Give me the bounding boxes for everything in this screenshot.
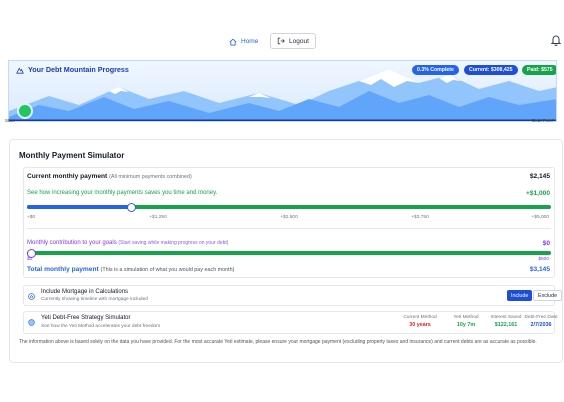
strategy-sub: See how the Yeti Method accelerates your… [41, 324, 161, 329]
contribution-label: Monthly contribution to your goals [27, 240, 117, 246]
divider [27, 228, 551, 229]
progress-marker-icon [17, 103, 33, 119]
complete-badge: 0.3% Complete [412, 65, 459, 75]
tick-label: +$0 [27, 215, 36, 220]
mortgage-title: Include Mortgage in Calculations [41, 289, 129, 295]
tick-label: +$5,000 [531, 215, 549, 220]
home-icon [229, 38, 237, 45]
banner-title-text: Your Debt Mountain Progress [28, 65, 129, 74]
tick-label: $0 [27, 257, 33, 262]
debt-mountain-banner: Your Debt Mountain Progress 0.3% Complet… [8, 60, 557, 122]
increase-slider-thumb[interactable] [127, 202, 137, 212]
include-button[interactable]: Include [507, 290, 533, 301]
current-payment-sub: (All minimum payments combined) [109, 174, 192, 180]
yeti-icon [28, 319, 35, 326]
contribution-value: $0 [542, 240, 550, 247]
stat-interest-saved: Interest Saved $122,161 [486, 315, 526, 328]
contribution-ticks: $0 $500 [27, 257, 549, 265]
stat-label: Current Method [403, 315, 437, 320]
home-label: Home [241, 38, 259, 45]
home-icon [28, 293, 35, 300]
payment-simulator-card: Monthly Payment Simulator Current monthl… [9, 139, 563, 363]
logout-icon [277, 37, 285, 45]
home-link[interactable]: Home [229, 34, 258, 49]
simulator-title: Monthly Payment Simulator [19, 151, 125, 160]
stat-label: Debt-Free Date [524, 315, 558, 320]
debt-free-label: Debt Free! [532, 118, 554, 123]
current-payment-value: $2,145 [529, 173, 550, 180]
tick-label: +$1,250 [149, 215, 167, 220]
mountain-icon [16, 67, 24, 74]
current-payment-row: Current monthly payment (All minimum pay… [27, 173, 192, 180]
top-nav: Home Logout [0, 30, 564, 52]
paid-badge: Paid: $575 [522, 65, 556, 75]
simulator-panel: Current monthly payment (All minimum pay… [23, 167, 555, 278]
mortgage-sub: Currently showing timeline with mortgage… [41, 297, 148, 302]
contribution-sub: (Start saving while making progress on y… [118, 240, 229, 246]
stat-value: 10y 7m [456, 322, 476, 328]
contribution-slider[interactable] [27, 251, 551, 255]
tick-label: +$2,500 [280, 215, 298, 220]
contribution-row: Monthly contribution to your goals (Star… [27, 240, 228, 246]
stat-value: 2/7/2036 [530, 322, 552, 328]
stat-value: 30 years [409, 322, 431, 328]
stat-label: Interest Saved [490, 315, 522, 320]
current-payment-label: Current monthly payment [27, 173, 108, 180]
current-debt-badge: Current: $308,425 [464, 65, 518, 75]
logout-button[interactable]: Logout [270, 33, 316, 49]
increase-ticks: +$0 +$1,250 +$2,500 +$3,750 +$5,000 [27, 215, 549, 223]
strategy-box: Yeti Debt-Free Strategy Simulator See ho… [23, 311, 558, 334]
disclaimer: The information above is based solely on… [19, 339, 537, 345]
mortgage-box: Include Mortgage in Calculations Current… [23, 285, 563, 306]
banner-title: Your Debt Mountain Progress [16, 65, 129, 74]
total-payment-value: $3,145 [529, 266, 550, 273]
tick-label: +$3,750 [411, 215, 429, 220]
bell-icon[interactable] [551, 34, 561, 46]
total-payment-label: Total monthly payment [27, 266, 99, 273]
exclude-button[interactable]: Exclude [533, 290, 563, 301]
stat-debt-free-date: Debt-Free Date 2/7/2036 [521, 315, 561, 328]
strategy-title: Yeti Debt-Free Strategy Simulator [41, 315, 131, 321]
stat-label: Yeti Method [453, 315, 479, 320]
stat-value: $122,161 [494, 322, 518, 328]
total-payment-row: Total monthly payment (This is a simulat… [27, 266, 234, 273]
start-label: Start [5, 118, 15, 123]
stat-yeti-method: Yeti Method 10y 7m [446, 315, 486, 328]
logout-label: Logout [289, 37, 309, 45]
stat-current-method: Current Method 30 years [398, 315, 442, 328]
increase-slider-fill [27, 205, 132, 209]
increase-hint: See how increasing your monthly payments… [27, 190, 218, 196]
increase-value: +$1,000 [525, 190, 550, 197]
tick-label: $500 [538, 257, 549, 262]
total-payment-sub: (This is a simulation of what you would … [100, 267, 235, 273]
